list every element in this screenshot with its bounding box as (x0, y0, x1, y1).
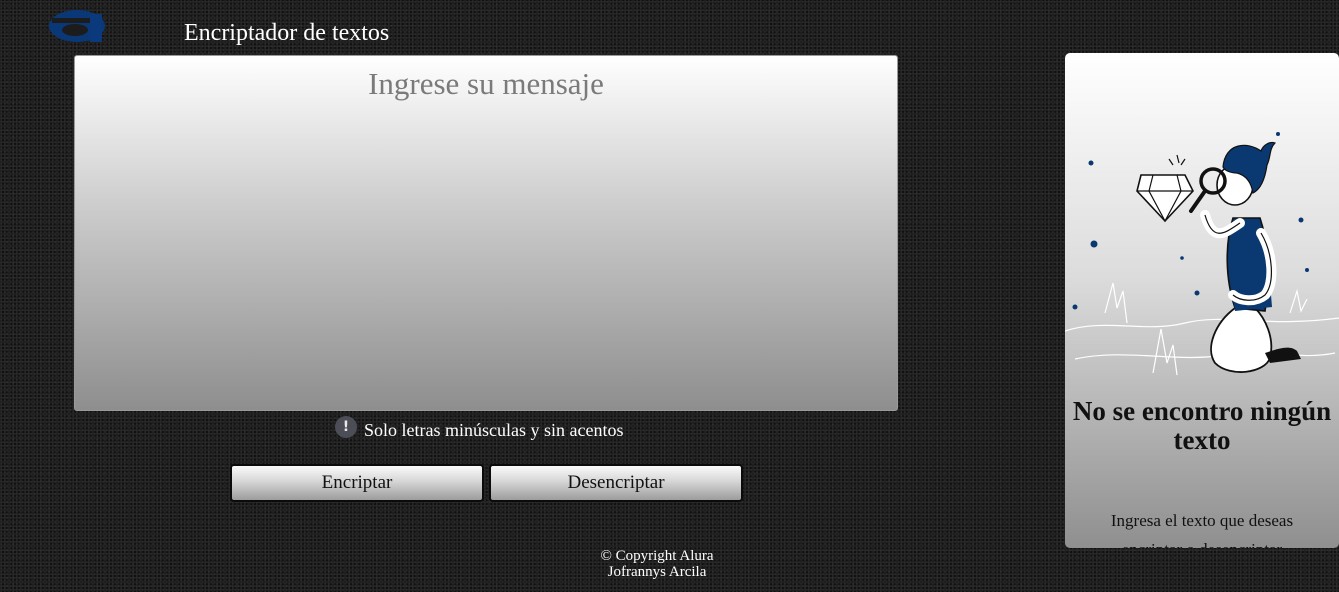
app-title: Encriptador de textos (184, 20, 390, 46)
hint-text: Solo letras minúsculas y sin acentos (364, 419, 624, 440)
decrypt-button[interactable]: Desencriptar (489, 464, 743, 502)
exclamation-icon: ! (335, 416, 357, 438)
encrypt-button[interactable]: Encriptar (230, 464, 484, 502)
alura-logo-icon (49, 10, 105, 42)
footer: © Copyright Alura Jofrannys Arcila (557, 548, 757, 580)
result-panel: No se encontro ningún texto Ingresa el t… (1065, 53, 1339, 548)
author-text: Jofrannys Arcila (607, 564, 707, 580)
no-text-message: Ingresa el texto que deseas encriptar o … (1110, 511, 1294, 548)
no-text-heading: No se encontro ningún texto (1072, 396, 1332, 455)
message-input[interactable] (74, 55, 898, 411)
copyright-text: © Copyright Alura (600, 548, 714, 564)
person-magnifier-diamond-illustration (1065, 132, 1339, 376)
input-hint: ! Solo letras minúsculas y sin acentos (335, 416, 623, 444)
